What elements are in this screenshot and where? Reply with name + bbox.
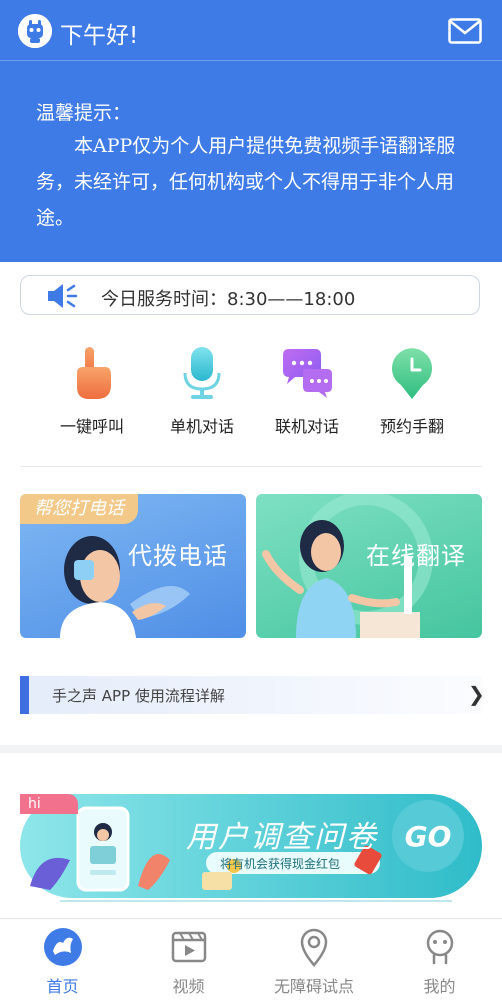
online-translate-card[interactable]: 在线翻译 bbox=[256, 494, 482, 638]
chat-bubbles-icon bbox=[279, 345, 335, 401]
survey-banner[interactable]: hi 用户调查问卷 将有机会获得现金红包 GO bbox=[20, 790, 482, 902]
tab-mine[interactable]: 我的 bbox=[377, 919, 502, 1001]
usage-guide-link[interactable]: 手之声 APP 使用流程详解 ❯ bbox=[20, 676, 485, 714]
top-bar: 下午好! bbox=[0, 0, 502, 61]
notice-title: 温馨提示： bbox=[36, 102, 132, 124]
service-hours-text: 今日服务时间：8:30——18:00 bbox=[101, 289, 356, 310]
speaker-icon bbox=[47, 282, 79, 310]
home-icon bbox=[43, 927, 83, 967]
quick-action-label: 联机对话 bbox=[274, 417, 339, 436]
quick-action-label: 预约手翻 bbox=[379, 417, 444, 436]
call-badge: 帮您打电话 bbox=[20, 494, 138, 524]
tab-label: 我的 bbox=[423, 977, 456, 996]
tab-accessibility-pilot[interactable]: 无障碍试点 bbox=[252, 919, 376, 1001]
survey-hi-tag: hi bbox=[20, 794, 78, 814]
quick-action-label: 单机对话 bbox=[169, 417, 234, 436]
quick-action-single-dialog[interactable]: 单机对话 bbox=[152, 345, 252, 437]
tab-video[interactable]: 视频 bbox=[126, 919, 251, 1001]
quick-action-appointment[interactable]: 预约手翻 bbox=[362, 345, 462, 437]
bottom-tab-bar: 首页 视频 无障碍试点 我的 bbox=[0, 918, 502, 1001]
survey-title: 用户调查问卷 bbox=[186, 820, 378, 855]
header: 下午好! 温馨提示： 本APP仅为个人用户提供免费视频手语翻译服务，未经许可，任… bbox=[0, 0, 502, 262]
quick-action-online-dialog[interactable]: 联机对话 bbox=[257, 345, 357, 437]
mail-icon[interactable] bbox=[448, 18, 482, 44]
online-translate-title: 在线翻译 bbox=[366, 542, 466, 570]
video-icon bbox=[169, 927, 209, 967]
service-hours-bar: 今日服务时间：8:30——18:00 bbox=[20, 275, 480, 315]
microphone-icon bbox=[177, 345, 227, 401]
chevron-right-icon: ❯ bbox=[468, 682, 485, 706]
survey-subtitle: 将有机会获得现金红包 bbox=[220, 857, 341, 871]
divider bbox=[20, 466, 482, 467]
app-logo-icon bbox=[18, 14, 52, 48]
go-button[interactable]: GO bbox=[396, 804, 460, 868]
notice-body: 本APP仅为个人用户提供免费视频手语翻译服务，未经许可，任何机构或个人不得用于非… bbox=[36, 135, 456, 229]
clock-icon bbox=[387, 345, 437, 401]
proxy-call-title: 代拨电话 bbox=[128, 542, 228, 570]
proxy-call-card[interactable]: 帮您打电话 代拨电话 bbox=[20, 494, 246, 638]
tab-label: 首页 bbox=[46, 977, 79, 996]
accent-bar bbox=[20, 676, 29, 714]
tab-home[interactable]: 首页 bbox=[0, 919, 125, 1001]
tab-label: 视频 bbox=[172, 977, 205, 996]
section-gap bbox=[0, 745, 502, 753]
greeting-title: 下午好! bbox=[60, 23, 139, 49]
profile-icon bbox=[420, 927, 460, 967]
usage-guide-label: 手之声 APP 使用流程详解 bbox=[52, 687, 225, 705]
quick-action-label: 一键呼叫 bbox=[59, 417, 124, 436]
tab-label: 无障碍试点 bbox=[273, 977, 354, 996]
hand-pointer-icon bbox=[67, 345, 117, 401]
location-pin-icon bbox=[294, 927, 334, 967]
quick-action-call[interactable]: 一键呼叫 bbox=[42, 345, 142, 437]
go-button-label: GO bbox=[404, 820, 452, 853]
